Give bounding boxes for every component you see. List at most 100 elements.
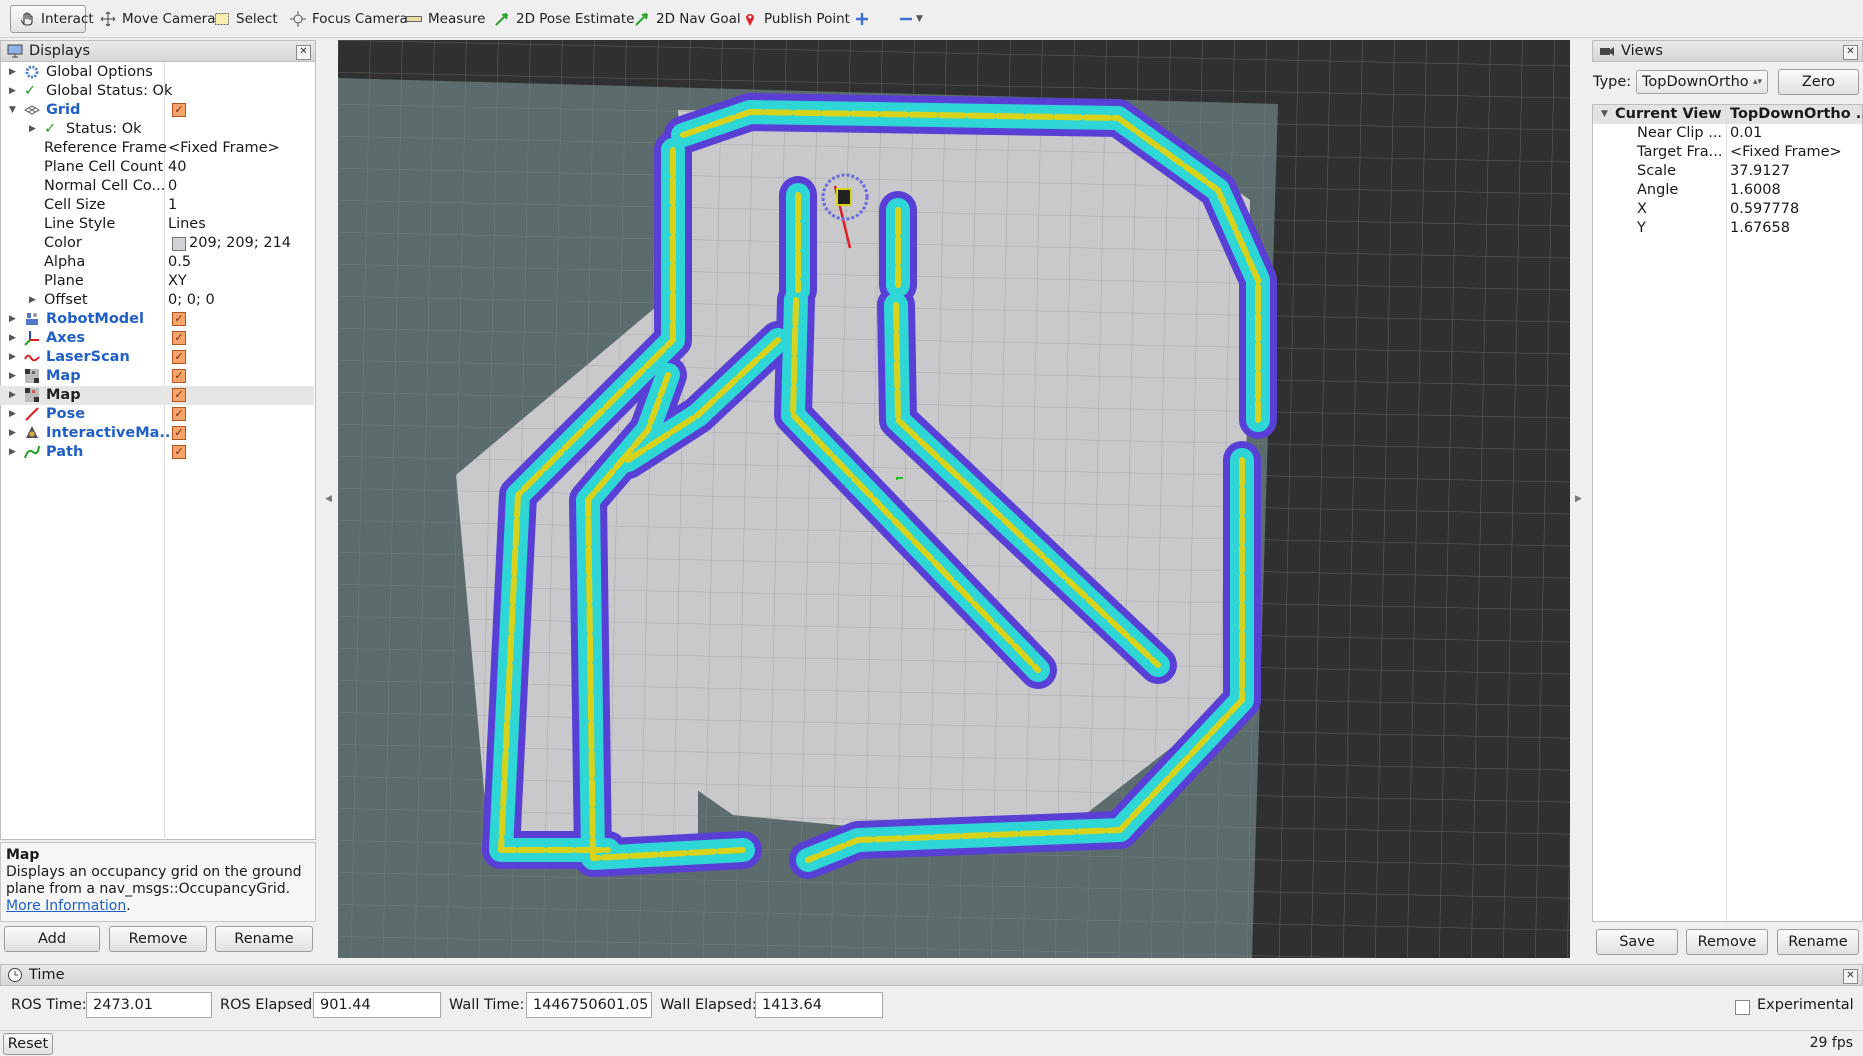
zero-view-button[interactable]: Zero bbox=[1778, 69, 1859, 95]
expand-arrow-icon[interactable]: ▶ bbox=[9, 329, 19, 348]
tree-row-laser-scan[interactable]: ▶ LaserScan ✓ bbox=[0, 348, 314, 367]
move-camera-tool-button[interactable]: Move Camera bbox=[100, 5, 215, 33]
tree-row-global-options[interactable]: ▶ Global Options bbox=[0, 63, 314, 82]
interactive-markers-checkbox[interactable]: ✓ bbox=[172, 426, 186, 440]
publish-point-tool-button[interactable]: Publish Point bbox=[742, 5, 850, 33]
row-label: Map bbox=[46, 368, 81, 384]
tree-row-normal-cell-count[interactable]: Normal Cell Co... 0 bbox=[0, 177, 314, 196]
tree-row-line-style[interactable]: Line Style Lines bbox=[0, 215, 314, 234]
expand-arrow-icon[interactable]: ▶ bbox=[9, 348, 19, 367]
close-icon[interactable]: ✕ bbox=[296, 45, 311, 60]
prop-value[interactable]: 0.597778 bbox=[1730, 200, 1799, 219]
close-icon[interactable]: ✕ bbox=[1843, 45, 1858, 60]
expand-arrow-icon[interactable]: ▶ bbox=[9, 424, 19, 443]
expand-arrow-icon[interactable]: ▶ bbox=[29, 291, 39, 310]
close-icon[interactable]: ✕ bbox=[1843, 969, 1858, 984]
expand-arrow-icon[interactable]: ▶ bbox=[9, 367, 19, 386]
remove-tool-dropdown[interactable]: ▼ bbox=[898, 5, 923, 33]
view-prop-scale[interactable]: Scale 37.9127 bbox=[1593, 162, 1862, 181]
render-viewport[interactable] bbox=[338, 40, 1570, 958]
view-prop-y[interactable]: Y 1.67658 bbox=[1593, 219, 1862, 238]
add-display-button[interactable]: Add bbox=[4, 926, 100, 952]
row-value[interactable]: 209; 209; 214 bbox=[189, 234, 291, 253]
select-tool-button[interactable]: Select bbox=[214, 5, 278, 33]
robot-model-checkbox[interactable]: ✓ bbox=[172, 312, 186, 326]
collapse-arrow-icon[interactable]: ▼ bbox=[9, 101, 19, 120]
color-swatch[interactable] bbox=[172, 237, 186, 251]
expand-arrow-icon[interactable]: ▶ bbox=[29, 120, 39, 139]
view-prop-near-clip[interactable]: Near Clip ... 0.01 bbox=[1593, 124, 1862, 143]
prop-value[interactable]: 37.9127 bbox=[1730, 162, 1790, 181]
reset-button[interactable]: Reset bbox=[3, 1033, 53, 1055]
expand-arrow-icon[interactable]: ▶ bbox=[9, 82, 19, 101]
path-checkbox[interactable]: ✓ bbox=[172, 445, 186, 459]
prop-value[interactable]: 1.67658 bbox=[1730, 219, 1790, 238]
nav-goal-tool-button[interactable]: 2D Nav Goal bbox=[634, 5, 741, 33]
map-2-checkbox[interactable]: ✓ bbox=[172, 388, 186, 402]
add-tool-button[interactable] bbox=[854, 5, 870, 33]
pose-checkbox[interactable]: ✓ bbox=[172, 407, 186, 421]
tree-row-pose[interactable]: ▶ Pose ✓ bbox=[0, 405, 314, 424]
collapse-left-arrow-icon[interactable]: ◀ bbox=[325, 494, 332, 504]
tree-row-offset[interactable]: ▶ Offset 0; 0; 0 bbox=[0, 291, 314, 310]
row-value[interactable]: Lines bbox=[168, 215, 206, 234]
map-1-checkbox[interactable]: ✓ bbox=[172, 369, 186, 383]
experimental-checkbox[interactable] bbox=[1735, 1000, 1750, 1015]
view-prop-x[interactable]: X 0.597778 bbox=[1593, 200, 1862, 219]
collapse-arrow-icon[interactable]: ▼ bbox=[1601, 105, 1608, 124]
remove-view-button[interactable]: Remove bbox=[1686, 929, 1768, 955]
prop-value[interactable]: <Fixed Frame> bbox=[1730, 143, 1842, 162]
wall-elapsed-field[interactable]: 1413.64 bbox=[755, 992, 883, 1018]
prop-value[interactable]: 1.6008 bbox=[1730, 181, 1781, 200]
tree-row-map-1[interactable]: ▶ Map ✓ bbox=[0, 367, 314, 386]
view-prop-angle[interactable]: Angle 1.6008 bbox=[1593, 181, 1862, 200]
tree-row-plane[interactable]: Plane XY bbox=[0, 272, 314, 291]
focus-camera-label: Focus Camera bbox=[312, 11, 408, 27]
expand-arrow-icon[interactable]: ▶ bbox=[9, 443, 19, 462]
tree-row-interactive-markers[interactable]: ▶ InteractiveMa... ✓ bbox=[0, 424, 314, 443]
axes-checkbox[interactable]: ✓ bbox=[172, 331, 186, 345]
view-type-select[interactable]: TopDownOrtho ▴▾ bbox=[1636, 70, 1768, 94]
rename-view-button[interactable]: Rename bbox=[1777, 929, 1859, 955]
expand-arrow-icon[interactable]: ▶ bbox=[9, 310, 19, 329]
row-value[interactable]: 1 bbox=[168, 196, 177, 215]
rename-display-button[interactable]: Rename bbox=[215, 926, 313, 952]
tree-row-grid[interactable]: ▼ Grid ✓ bbox=[0, 101, 314, 120]
expand-arrow-icon[interactable]: ▶ bbox=[9, 63, 19, 82]
interact-tool-button[interactable]: Interact bbox=[10, 5, 94, 33]
tree-row-plane-cell-count[interactable]: Plane Cell Count 40 bbox=[0, 158, 314, 177]
prop-value[interactable]: 0.01 bbox=[1730, 124, 1762, 143]
tree-row-global-status[interactable]: ▶ ✓ Global Status: Ok bbox=[0, 82, 314, 101]
ros-elapsed-field[interactable]: 901.44 bbox=[313, 992, 441, 1018]
grid-enabled-checkbox[interactable]: ✓ bbox=[172, 103, 186, 117]
current-view-row[interactable]: ▼ Current View TopDownOrtho ... bbox=[1593, 105, 1863, 124]
ros-time-field[interactable]: 2473.01 bbox=[86, 992, 212, 1018]
wall-time-field[interactable]: 1446750601.05 bbox=[526, 992, 652, 1018]
row-value[interactable]: 40 bbox=[168, 158, 186, 177]
tree-row-robot-model[interactable]: ▶ RobotModel ✓ bbox=[0, 310, 314, 329]
tree-row-cell-size[interactable]: Cell Size 1 bbox=[0, 196, 314, 215]
row-value[interactable]: 0; 0; 0 bbox=[168, 291, 215, 310]
tree-row-axes[interactable]: ▶ Axes ✓ bbox=[0, 329, 314, 348]
tree-row-grid-status[interactable]: ▶ ✓ Status: Ok bbox=[0, 120, 314, 139]
save-view-button[interactable]: Save bbox=[1596, 929, 1678, 955]
pose-estimate-tool-button[interactable]: 2D Pose Estimate bbox=[494, 5, 634, 33]
tree-row-reference-frame[interactable]: Reference Frame <Fixed Frame> bbox=[0, 139, 314, 158]
measure-tool-button[interactable]: Measure bbox=[406, 5, 485, 33]
row-value[interactable]: XY bbox=[168, 272, 187, 291]
laser-scan-checkbox[interactable]: ✓ bbox=[172, 350, 186, 364]
tree-row-color[interactable]: Color 209; 209; 214 bbox=[0, 234, 314, 253]
expand-arrow-icon[interactable]: ▶ bbox=[9, 405, 19, 424]
tree-row-map-2[interactable]: ▶ Map ✓ bbox=[0, 386, 314, 405]
row-value[interactable]: <Fixed Frame> bbox=[168, 139, 280, 158]
tree-row-alpha[interactable]: Alpha 0.5 bbox=[0, 253, 314, 272]
row-value[interactable]: 0.5 bbox=[168, 253, 191, 272]
more-information-link[interactable]: More Information bbox=[6, 898, 126, 914]
row-value[interactable]: 0 bbox=[168, 177, 177, 196]
view-prop-target-frame[interactable]: Target Fra... <Fixed Frame> bbox=[1593, 143, 1862, 162]
tree-row-path[interactable]: ▶ Path ✓ bbox=[0, 443, 314, 462]
collapse-right-arrow-icon[interactable]: ▶ bbox=[1575, 494, 1582, 504]
focus-camera-tool-button[interactable]: Focus Camera bbox=[290, 5, 408, 33]
remove-display-button[interactable]: Remove bbox=[109, 926, 207, 952]
expand-arrow-icon[interactable]: ▶ bbox=[9, 386, 19, 405]
